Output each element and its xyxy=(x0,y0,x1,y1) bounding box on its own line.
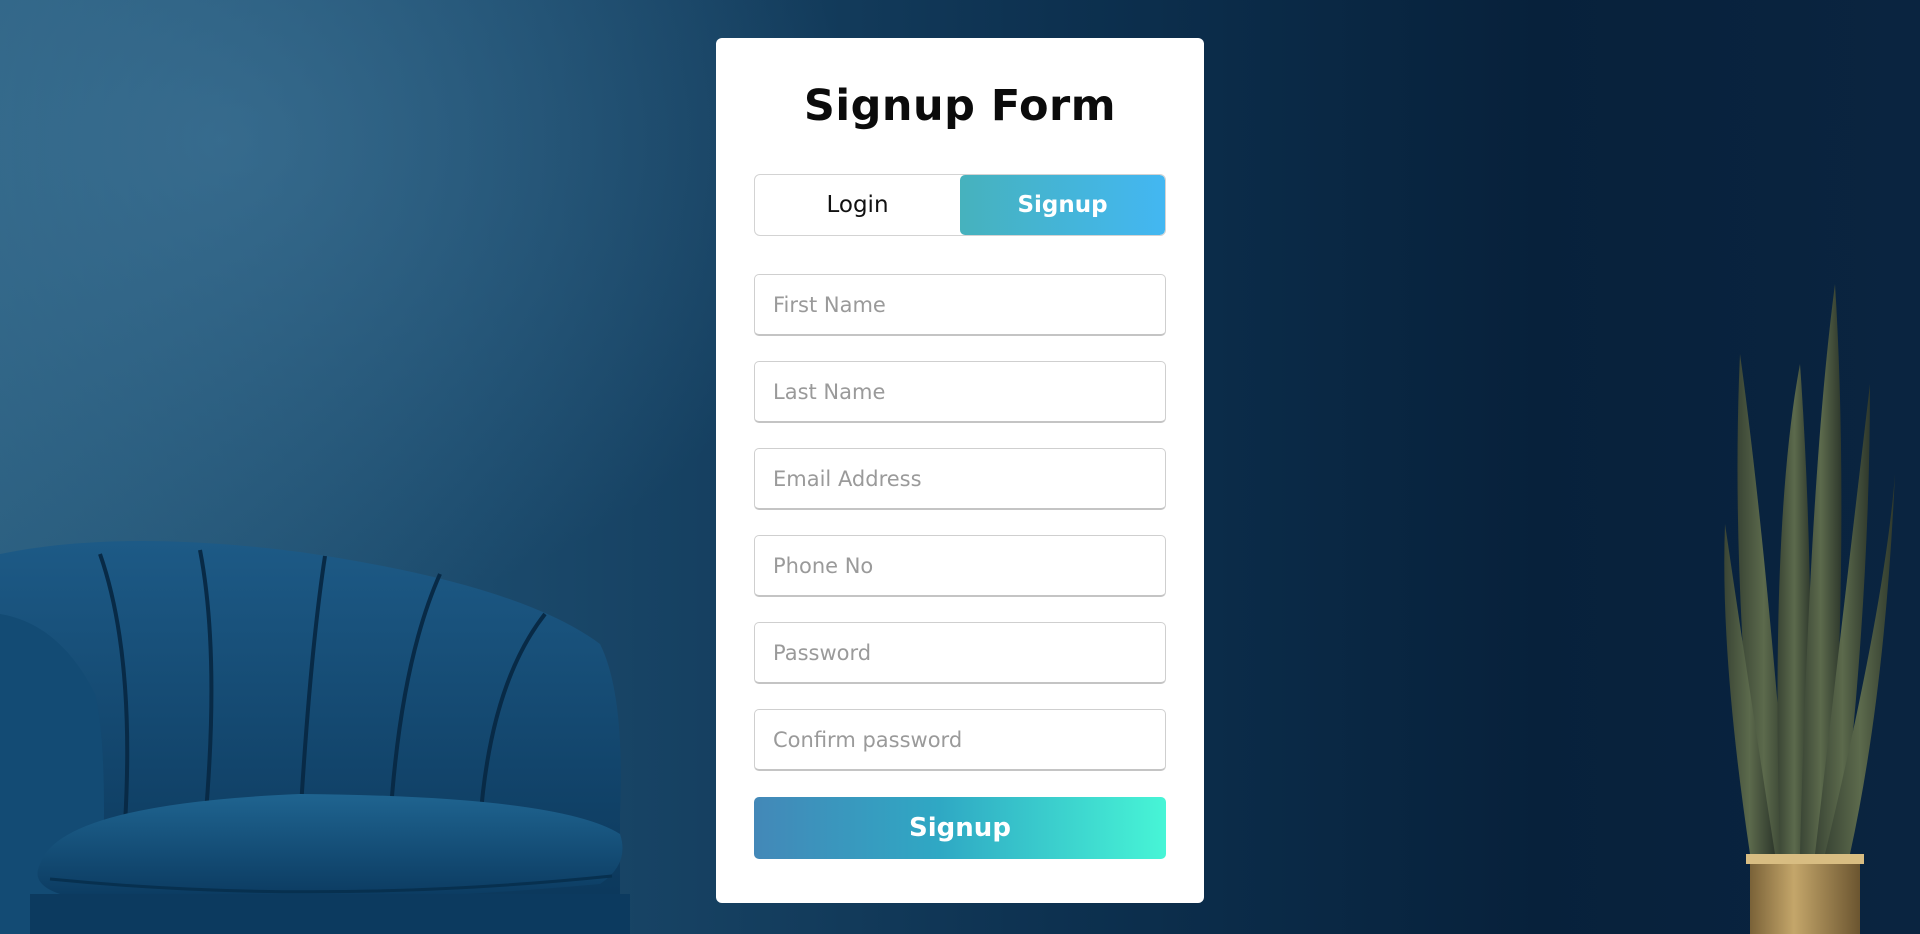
form-title: Signup Form xyxy=(803,81,1117,131)
login-signup-toggle: Login Signup xyxy=(754,174,1166,236)
signup-submit-button[interactable]: Signup xyxy=(754,797,1166,859)
armchair-image xyxy=(0,540,630,934)
phone-field[interactable] xyxy=(754,535,1166,597)
signup-card: Signup Form Login Signup Signup xyxy=(716,38,1204,903)
first-name-field[interactable] xyxy=(754,274,1166,336)
confirm-password-field[interactable] xyxy=(754,709,1166,771)
tab-signup[interactable]: Signup xyxy=(960,175,1165,235)
password-field[interactable] xyxy=(754,622,1166,684)
tab-login[interactable]: Login xyxy=(755,175,960,235)
last-name-field[interactable] xyxy=(754,361,1166,423)
email-field[interactable] xyxy=(754,448,1166,510)
snake-plant-image xyxy=(1724,284,1895,934)
